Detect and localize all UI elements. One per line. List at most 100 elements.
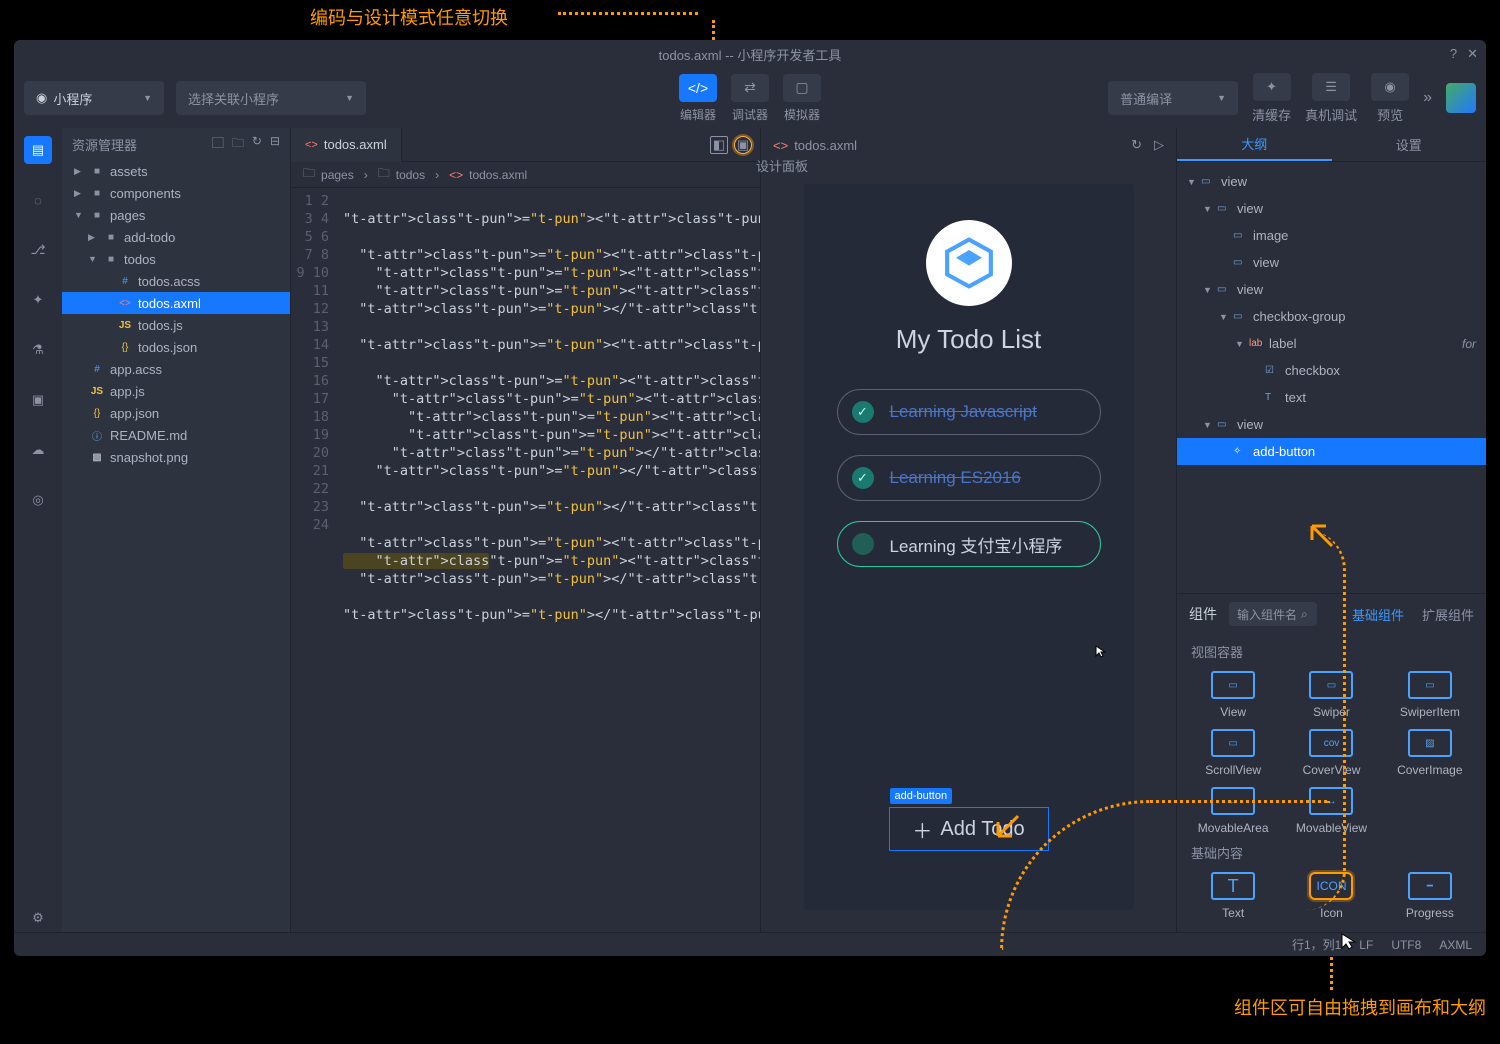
add-button-tag: add-button [890,788,953,804]
split-left-icon[interactable]: ◧ [710,136,728,154]
tab-settings[interactable]: 设置 [1332,128,1487,161]
broom-icon: ✦ [1253,73,1291,101]
app-logo [926,220,1012,306]
outline-item-view[interactable]: ▼▭view [1177,411,1486,438]
tree-folder-todos[interactable]: ▼■todos [62,248,290,270]
annotation-bottom: 组件区可自由拖拽到画布和大纲 [1234,994,1486,1020]
close-panel-icon[interactable]: ✕ [1467,46,1478,62]
design-toggle-icon[interactable]: ▣ [734,136,752,154]
help-icon[interactable]: ? [1450,46,1457,62]
tree-file-todos-json[interactable]: {}todos.json [62,336,290,358]
tree-folder-assets[interactable]: ▶■assets [62,160,290,182]
outline-item-view[interactable]: ▼▭view [1177,195,1486,222]
avatar[interactable] [1446,83,1476,113]
tree-file-app-acss[interactable]: #app.acss [62,358,290,380]
axml-file-icon: <> [305,139,318,151]
refresh-icon[interactable]: ↻ [252,134,262,155]
run-preview-icon[interactable]: ▷ [1154,137,1164,153]
component-tab-ext[interactable]: 扩展组件 [1422,605,1474,624]
check-icon: ✓ [852,401,874,423]
component-scroll-view[interactable]: ▭ScrollView [1189,729,1277,777]
explorer-title: 资源管理器 [72,135,137,154]
todo-item-3[interactable]: Learning 支付宝小程序 [837,521,1101,567]
compile-mode-dropdown[interactable]: 普通编译 ▼ [1108,81,1238,115]
outline-item-image[interactable]: ▭image [1177,222,1486,249]
more-icon[interactable]: » [1423,89,1432,107]
eye-icon: ◉ [1371,73,1409,101]
tree-file-app-json[interactable]: {}app.json [62,402,290,424]
activity-package[interactable]: ▣ [24,386,52,414]
associate-app-dropdown[interactable]: 选择关联小程序 ▼ [176,81,366,115]
activity-flask[interactable]: ⚗ [24,336,52,364]
activity-scm[interactable]: ⎇ [24,236,52,264]
chevron-down-icon: ▼ [1217,93,1226,103]
todo-item-2[interactable]: ✓ Learning ES2016 [837,455,1101,501]
tree-folder-components[interactable]: ▶■components [62,182,290,204]
tree-file-todos-acss[interactable]: #todos.acss [62,270,290,292]
component-cover-image[interactable]: ▨CoverImage [1386,729,1474,777]
status-eol[interactable]: LF [1359,938,1373,952]
outline-item-label[interactable]: ▼lablabelfor [1177,330,1486,357]
activity-search[interactable]: ◌ [24,186,52,214]
code-content[interactable]: "t-attr">class"t-pun">="t-pun"><"t-attr"… [339,188,760,932]
tree-file-todos-js[interactable]: JStodos.js [62,314,290,336]
tree-file-snapshot[interactable]: ▩snapshot.png [62,446,290,468]
component-tab-base[interactable]: 基础组件 [1352,605,1404,624]
tree-file-app-js[interactable]: JSapp.js [62,380,290,402]
collapse-icon[interactable]: ⊟ [270,134,280,155]
outline-item-checkbox[interactable]: ☑checkbox [1177,357,1486,384]
debugger-icon: ⇄ [731,74,769,102]
preview-button[interactable]: ◉ 预览 [1371,73,1409,124]
check-icon [852,533,874,555]
preview-canvas[interactable]: My Todo List ✓ Learning Javascript ✓ Lea… [804,184,1134,910]
editor-tab-todos-axml[interactable]: <> todos.axml [291,128,402,162]
arrow-icon [1310,522,1336,548]
clear-cache-button[interactable]: ✦ 清缓存 [1252,73,1291,124]
arrow-icon [994,814,1020,840]
cursor-icon [1094,644,1108,658]
component-search-input[interactable]: 输入组件名 ⌕ [1229,602,1317,626]
miniprogram-icon: ◉ [36,90,47,106]
chevron-down-icon: ▼ [143,93,152,103]
tab-outline[interactable]: 大纲 [1177,128,1332,161]
tree-folder-pages[interactable]: ▼■pages [62,204,290,226]
annotation-arc-2 [1306,530,1346,910]
cursor-icon [1340,932,1358,950]
annotation-top: 编码与设计模式任意切换 [310,4,508,30]
add-todo-button[interactable]: add-button ＋ Add Todo [889,807,1049,851]
activity-explorer[interactable]: ▤ [24,136,52,164]
app-title: My Todo List [896,324,1041,355]
mode-editor-button[interactable]: </> 编辑器 [679,74,717,123]
design-panel-label: 设计面板 [756,156,808,175]
component-view[interactable]: ▭View [1189,671,1277,719]
outline-item-view[interactable]: ▼▭view [1177,276,1486,303]
activity-cloud[interactable]: ☁ [24,436,52,464]
tree-file-readme[interactable]: ⓘREADME.md [62,424,290,446]
activity-plugin[interactable]: ✦ [24,286,52,314]
status-language[interactable]: AXML [1439,938,1472,952]
activity-settings[interactable]: ⚙ [24,904,52,932]
refresh-preview-icon[interactable]: ↻ [1131,137,1142,153]
outline-item-view[interactable]: ▼▭view [1177,168,1486,195]
breadcrumb: 🗀pages 🗀todos <>todos.axml [291,162,760,188]
outline-item-view[interactable]: ▭view [1177,249,1486,276]
mode-debugger-button[interactable]: ⇄ 调试器 [731,74,769,123]
new-folder-icon[interactable]: 🗀 [232,134,244,155]
project-type-dropdown[interactable]: ◉ 小程序 ▼ [24,81,164,115]
tree-file-todos-axml[interactable]: <>todos.axml [62,292,290,314]
device-icon: ☰ [1312,73,1350,101]
component-swiper-item[interactable]: ▭SwiperItem [1386,671,1474,719]
tree-folder-add-todo[interactable]: ▶■add-todo [62,226,290,248]
activity-feedback[interactable]: ◎ [24,486,52,514]
simulator-icon: ▢ [783,74,821,102]
outline-item-text[interactable]: Ttext [1177,384,1486,411]
outline-item-add-button[interactable]: ✧add-button [1177,438,1486,465]
todo-item-1[interactable]: ✓ Learning Javascript [837,389,1101,435]
component-progress[interactable]: ━Progress [1386,872,1474,920]
plus-icon: ＋ [912,815,932,844]
mode-simulator-button[interactable]: ▢ 模拟器 [783,74,821,123]
outline-item-checkbox-group[interactable]: ▼▭checkbox-group [1177,303,1486,330]
components-header: 组件 [1189,604,1217,624]
status-encoding[interactable]: UTF8 [1391,938,1421,952]
device-debug-button[interactable]: ☰ 真机调试 [1305,73,1357,124]
